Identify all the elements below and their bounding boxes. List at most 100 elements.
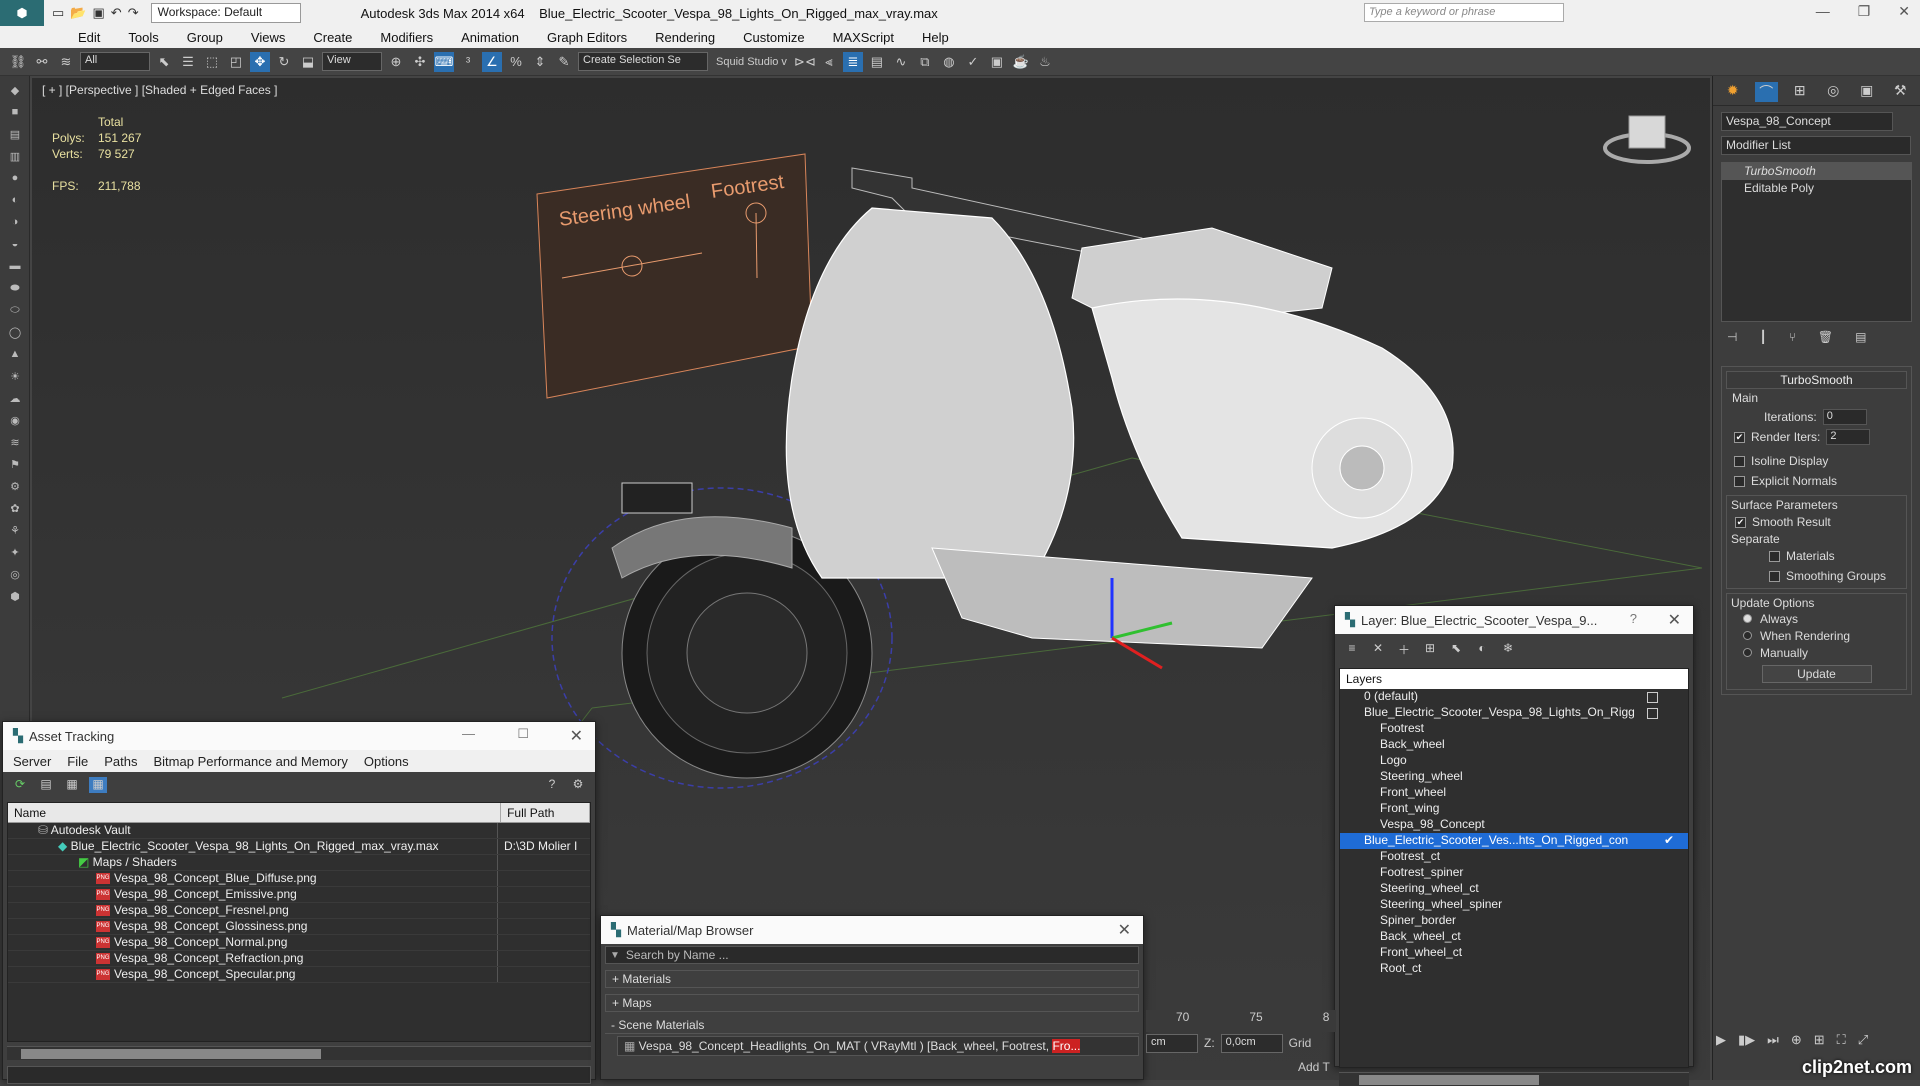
table-view-icon[interactable]: ▦ xyxy=(89,777,107,793)
select-by-name-icon[interactable]: ☰ xyxy=(178,52,198,72)
menu-maxscript[interactable]: MAXScript xyxy=(819,30,908,45)
turbosmooth-rollout-title[interactable]: TurboSmooth xyxy=(1726,371,1907,389)
tool-icon[interactable]: ● xyxy=(6,172,24,186)
select-object-icon[interactable]: ⬉ xyxy=(154,52,174,72)
selection-filter-dropdown[interactable]: All xyxy=(80,52,150,71)
menu-bitmap-performance[interactable]: Bitmap Performance and Memory xyxy=(154,754,348,769)
tool-icon[interactable]: ◒ xyxy=(6,238,24,252)
tool-icon[interactable]: ≋ xyxy=(6,436,24,450)
update-always-radio[interactable] xyxy=(1743,614,1752,623)
tool-icon[interactable]: ▥ xyxy=(6,150,24,164)
window-crossing-icon[interactable]: ◰ xyxy=(226,52,246,72)
select-move-icon[interactable]: ✥ xyxy=(250,52,270,72)
reference-coord-dropdown[interactable]: View xyxy=(322,52,382,71)
select-in-layer-icon[interactable]: ⬉ xyxy=(1447,641,1465,657)
table-row[interactable]: PNGVespa_98_Concept_Normal.png xyxy=(8,935,590,951)
maps-group[interactable]: + Maps xyxy=(605,994,1139,1012)
z-coordinate-field[interactable]: 0,0cm xyxy=(1221,1034,1283,1053)
close-icon[interactable]: ✕ xyxy=(1668,610,1681,630)
tool-icon[interactable]: ☁ xyxy=(6,392,24,406)
list-item[interactable]: Vespa_98_Concept xyxy=(1340,817,1688,833)
list-item[interactable]: Root_ct xyxy=(1340,961,1688,977)
render-iters-spinner[interactable]: 2 xyxy=(1826,429,1870,445)
tool-icon[interactable]: ◐ xyxy=(6,194,24,208)
asset-path-field[interactable] xyxy=(7,1066,591,1084)
list-item[interactable]: Footrest_spiner xyxy=(1340,865,1688,881)
menu-views[interactable]: Views xyxy=(237,30,299,45)
tool-icon[interactable]: ◑ xyxy=(6,216,24,230)
close-icon[interactable]: ✕ xyxy=(1118,920,1131,940)
save-icon[interactable]: ▣ xyxy=(92,5,104,21)
path-column-header[interactable]: Full Path xyxy=(501,803,590,822)
name-column-header[interactable]: Name xyxy=(8,803,501,822)
list-item[interactable]: Steering_wheel xyxy=(1340,769,1688,785)
open-file-icon[interactable]: 📂 xyxy=(70,5,86,21)
update-button[interactable]: Update xyxy=(1762,665,1872,683)
new-file-icon[interactable]: ▭ xyxy=(52,5,64,21)
table-row[interactable]: ⛁ Autodesk Vault xyxy=(8,823,590,839)
undo-icon[interactable]: ↶ xyxy=(111,5,122,21)
select-rotate-icon[interactable]: ↻ xyxy=(274,52,294,72)
table-row[interactable]: PNGVespa_98_Concept_Emissive.png xyxy=(8,887,590,903)
schematic-view-icon[interactable]: ⧉ xyxy=(915,52,935,72)
menu-group[interactable]: Group xyxy=(173,30,237,45)
render-setup-icon[interactable]: ✓ xyxy=(963,52,983,72)
scene-materials-group[interactable]: - Scene Materials xyxy=(605,1018,1139,1034)
table-row[interactable]: ◆ Blue_Electric_Scooter_Vespa_98_Lights_… xyxy=(8,839,590,855)
menu-tools[interactable]: Tools xyxy=(114,30,172,45)
stack-item-editable-poly[interactable]: Editable Poly xyxy=(1722,180,1911,197)
curve-editor-icon[interactable]: ∿ xyxy=(891,52,911,72)
manipulate-icon[interactable]: ✣ xyxy=(410,52,430,72)
add-time-tag[interactable]: Add T xyxy=(1298,1060,1330,1074)
freeze-layer-icon[interactable]: ❄ xyxy=(1499,641,1517,657)
align-icon[interactable]: ⫷ xyxy=(819,52,839,72)
tool-icon[interactable]: ▬ xyxy=(6,260,24,274)
render-production-icon[interactable]: ☕ xyxy=(1011,52,1031,72)
material-browser-titlebar[interactable]: ▚ Material/Map Browser ✕ xyxy=(601,916,1143,944)
menu-edit[interactable]: Edit xyxy=(64,30,114,45)
app-logo-icon[interactable]: ⬢ xyxy=(0,0,44,26)
materials-group[interactable]: + Materials xyxy=(605,970,1139,988)
tool-icon[interactable]: ◯ xyxy=(6,326,24,340)
settings-icon[interactable]: ⚙ xyxy=(569,777,587,793)
goto-end-icon[interactable]: ⏭ xyxy=(1767,1032,1779,1054)
layer-explorer-titlebar[interactable]: ▚ Layer: Blue_Electric_Scooter_Vespa_9..… xyxy=(1335,606,1693,634)
tool-icon[interactable]: ⚑ xyxy=(6,458,24,472)
viewport-label[interactable]: [ + ] [Perspective ] [Shaded + Edged Fac… xyxy=(42,83,277,97)
rendered-frame-icon[interactable]: ▣ xyxy=(987,52,1007,72)
separate-smoothing-checkbox[interactable] xyxy=(1769,571,1780,582)
menu-paths[interactable]: Paths xyxy=(104,754,137,769)
list-item[interactable]: Front_wheel_ct xyxy=(1340,945,1688,961)
play-icon[interactable]: ▶ xyxy=(1716,1032,1726,1054)
list-item[interactable]: Front_wheel xyxy=(1340,785,1688,801)
next-frame-icon[interactable]: ▮▶ xyxy=(1738,1032,1755,1054)
maximize-viewport-icon[interactable]: ⤢ xyxy=(1858,1032,1868,1054)
view-cube[interactable] xyxy=(1605,116,1689,162)
rig-control-board[interactable]: Steering wheel Footrest xyxy=(537,154,812,398)
configure-sets-icon[interactable]: ▤ xyxy=(1855,330,1866,344)
edit-named-sets-icon[interactable]: ✎ xyxy=(554,52,574,72)
display-tab-icon[interactable]: ▣ xyxy=(1855,82,1879,102)
explicit-normals-checkbox[interactable] xyxy=(1734,476,1745,487)
layer-visibility-checkbox[interactable] xyxy=(1647,692,1658,703)
snaps-toggle-icon[interactable]: ³ xyxy=(458,52,478,72)
squid-studio-plugin[interactable]: Squid Studio v xyxy=(712,56,791,68)
table-row[interactable]: PNGVespa_98_Concept_Glossiness.png xyxy=(8,919,590,935)
material-search-input[interactable]: Search by Name ... xyxy=(626,948,729,962)
render-iters-checkbox[interactable]: ✔ xyxy=(1734,432,1745,443)
show-end-result-icon[interactable]: ┃ xyxy=(1759,330,1766,344)
minimize-icon[interactable]: — xyxy=(1816,3,1830,20)
pin-stack-icon[interactable]: ⊣ xyxy=(1727,330,1737,344)
make-unique-icon[interactable]: ⑂ xyxy=(1789,330,1796,344)
list-view-icon[interactable]: ▤ xyxy=(37,777,55,793)
menu-help[interactable]: Help xyxy=(908,30,963,45)
object-name-field[interactable]: Vespa_98_Concept xyxy=(1721,112,1893,131)
list-item[interactable]: Steering_wheel_spiner xyxy=(1340,897,1688,913)
tool-icon[interactable]: ■ xyxy=(6,106,24,120)
tool-icon[interactable]: ✿ xyxy=(6,502,24,516)
stack-item-turbosmooth[interactable]: TurboSmooth xyxy=(1722,163,1911,180)
bind-space-warp-icon[interactable]: ≋ xyxy=(56,52,76,72)
tool-icon[interactable]: ⚘ xyxy=(6,524,24,538)
iterations-spinner[interactable]: 0 xyxy=(1823,409,1867,425)
list-item-selected[interactable]: Blue_Electric_Scooter_Ves...hts_On_Rigge… xyxy=(1340,833,1688,849)
